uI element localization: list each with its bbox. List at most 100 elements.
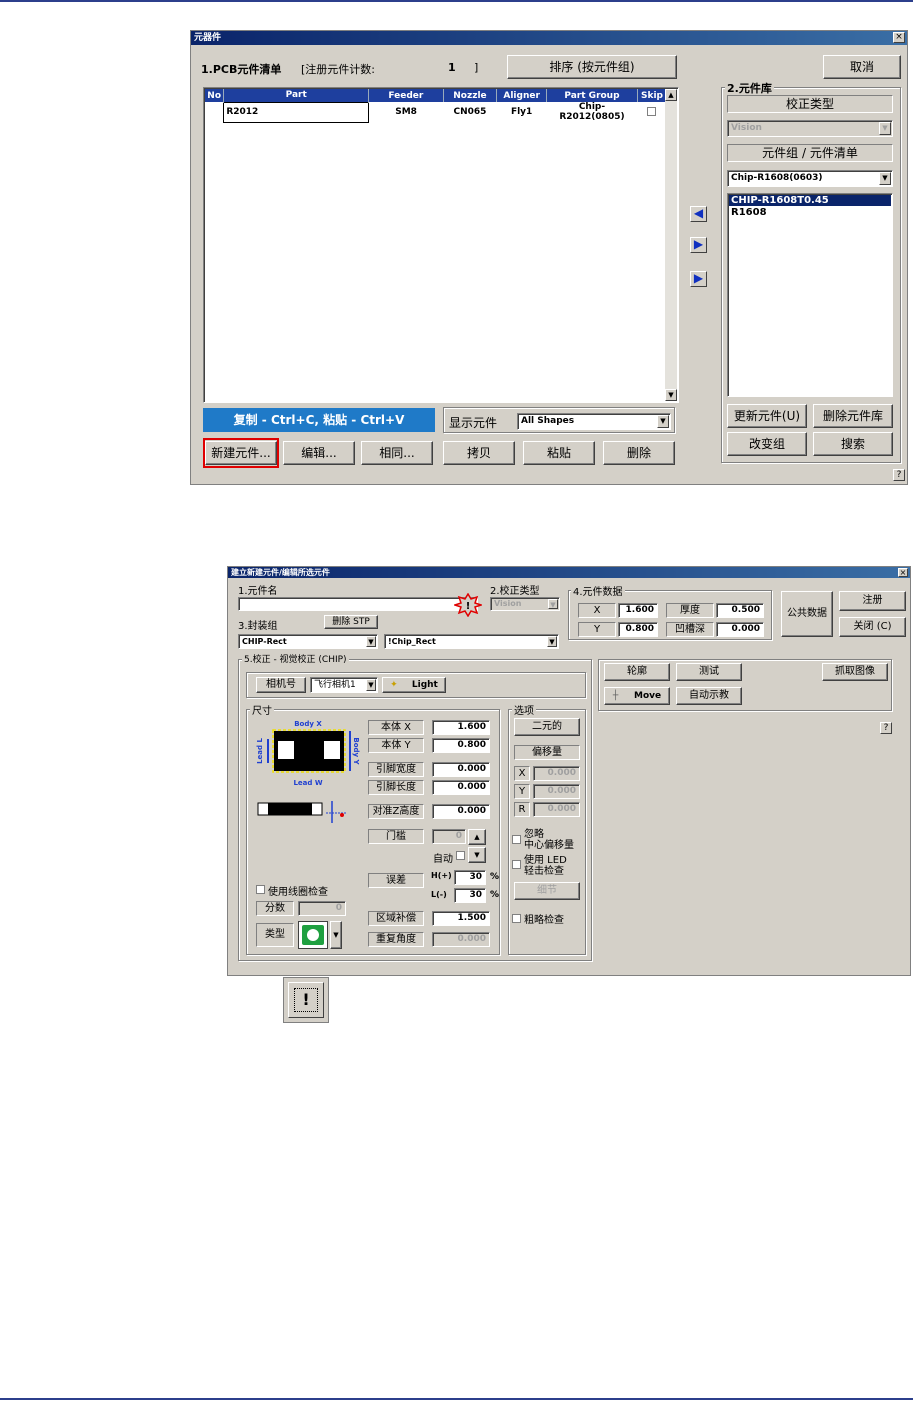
camera-label: 相机号 — [256, 677, 306, 693]
register-button[interactable]: 注册 — [839, 591, 906, 611]
threshold-field[interactable]: 0 — [432, 829, 466, 844]
off-y-field[interactable]: 0.000 — [533, 784, 580, 799]
col-part-group[interactable]: Part Group — [546, 89, 638, 102]
close-icon[interactable]: × — [898, 568, 908, 577]
type-swatch[interactable] — [298, 921, 328, 949]
details-button[interactable]: 细节 — [514, 882, 580, 900]
warning-starburst-icon[interactable]: ! — [454, 593, 482, 617]
contour-button[interactable]: 轮廓 — [604, 663, 670, 681]
shape-select-value: !Chip_Rect — [388, 637, 436, 646]
list-item[interactable]: CHIP-R1608T0.45 — [729, 195, 891, 206]
close-icon[interactable]: × — [893, 32, 905, 43]
col-skip[interactable]: Skip — [637, 89, 668, 102]
part-name-input[interactable] — [238, 597, 478, 611]
library-list[interactable]: CHIP-R1608T0.45 R1608 — [727, 193, 893, 397]
lead-length-field[interactable]: 0.000 — [432, 780, 490, 795]
use-line-check-label: 使用线圈检查 — [268, 887, 328, 898]
rough-check-checkbox[interactable] — [512, 914, 521, 923]
col-no[interactable]: No — [205, 89, 225, 102]
x-field[interactable]: 1.600 — [618, 603, 658, 618]
crosshair-icon: ┼ — [612, 690, 619, 701]
same-button[interactable]: 相同... — [361, 441, 433, 465]
col-feeder[interactable]: Feeder — [368, 89, 444, 102]
use-line-check-checkbox[interactable] — [256, 885, 265, 894]
y-field[interactable]: 0.800 — [618, 622, 658, 637]
chevron-down-icon[interactable]: ▼ — [657, 415, 669, 428]
arrow-right-all-icon[interactable]: ▶ — [690, 271, 707, 287]
type-dropdown-icon[interactable]: ▼ — [330, 921, 342, 949]
help-icon[interactable]: ? — [880, 722, 892, 734]
change-group-button[interactable]: 改变组 — [727, 432, 807, 456]
threshold-up-icon[interactable]: ▲ — [468, 829, 486, 845]
move-button[interactable]: ┼ Move — [604, 687, 670, 705]
close-button[interactable]: 关闭 (C) — [839, 617, 906, 637]
binary-button[interactable]: 二元的 — [514, 718, 580, 736]
l-pct: % — [490, 890, 500, 900]
repeat-angle-field[interactable]: 0.000 — [432, 932, 490, 947]
page-top-rule — [0, 0, 913, 2]
delete-library-button[interactable]: 删除元件库 — [813, 404, 893, 428]
col-aligner[interactable]: Aligner — [496, 89, 547, 102]
chevron-down-icon[interactable]: ▼ — [366, 679, 376, 691]
delete-button[interactable]: 删除 — [603, 441, 675, 465]
pcb-part-list[interactable]: No Part Feeder Nozzle Aligner Part Group… — [203, 87, 679, 403]
sort-button[interactable]: 排序 (按元件组) — [507, 55, 677, 79]
l-field[interactable]: 30 — [454, 888, 486, 903]
area-comp-field[interactable]: 1.500 — [432, 911, 490, 926]
thickness-field[interactable]: 0.500 — [716, 603, 764, 618]
edit-part-window: 建立新建元件/编辑所选元件 × 1.元件名 ! 2.校正类型 Vision ▼ 4… — [227, 566, 911, 976]
camera-select[interactable]: 飞行相机1 ▼ — [310, 677, 378, 693]
help-icon[interactable]: ? — [893, 469, 905, 481]
search-button[interactable]: 搜索 — [813, 432, 893, 456]
package-select[interactable]: CHIP-Rect ▼ — [238, 634, 378, 649]
group-select[interactable]: Chip-R1608(0603) ▼ — [727, 170, 893, 187]
row-part[interactable]: R2012 — [223, 101, 370, 123]
paste-button[interactable]: 粘贴 — [523, 441, 595, 465]
align-z-field[interactable]: 0.000 — [432, 804, 490, 819]
auto-demo-button[interactable]: 自动示教 — [676, 687, 742, 705]
off-x-field[interactable]: 0.000 — [533, 766, 580, 781]
chevron-down-icon[interactable]: ▼ — [366, 636, 376, 647]
lead-width-field[interactable]: 0.000 — [432, 762, 490, 777]
threshold-down-icon[interactable]: ▼ — [468, 847, 486, 863]
row-part-group: Chip-R2012(0805) — [546, 102, 638, 122]
arrow-right-icon[interactable]: ▶ — [690, 237, 707, 253]
delete-stp-button[interactable]: 删除 STP — [324, 615, 378, 629]
col-nozzle[interactable]: Nozzle — [443, 89, 498, 102]
display-label: 显示元件 — [449, 416, 498, 430]
groove-field[interactable]: 0.000 — [716, 622, 764, 637]
body-y-field[interactable]: 0.800 — [432, 738, 490, 753]
display-select[interactable]: All Shapes ▼ — [517, 413, 671, 430]
off-r-field[interactable]: 0.000 — [533, 802, 580, 817]
light-button[interactable]: ✦ Light — [382, 677, 446, 693]
col-part[interactable]: Part — [223, 89, 370, 102]
cancel-button[interactable]: 取消 — [823, 55, 901, 79]
shape-select[interactable]: !Chip_Rect ▼ — [384, 634, 559, 649]
skip-checkbox[interactable] — [647, 107, 657, 116]
edit-button[interactable]: 编辑... — [283, 441, 355, 465]
score-field[interactable]: 0 — [298, 901, 346, 916]
auto-checkbox[interactable] — [456, 851, 465, 860]
copy-button[interactable]: 拷贝 — [443, 441, 515, 465]
list-scrollbar[interactable]: ▲ ▼ — [665, 89, 677, 401]
scroll-up-icon[interactable]: ▲ — [665, 89, 677, 101]
row-feeder: SM8 — [368, 102, 444, 122]
table-row[interactable]: 1 R2012 SM8 CN065 Fly1 Chip-R2012(0805) — [205, 101, 667, 123]
chevron-down-icon[interactable]: ▼ — [547, 636, 557, 647]
row-skip[interactable] — [637, 102, 667, 122]
h-pct: % — [490, 872, 500, 882]
h-field[interactable]: 30 — [454, 870, 486, 885]
list-item[interactable]: R1608 — [729, 207, 891, 218]
body-x-field[interactable]: 1.600 — [432, 720, 490, 735]
capture-image-button[interactable]: 抓取图像 — [822, 663, 888, 681]
library-label: 2.元件库 — [725, 80, 774, 96]
test-button[interactable]: 测试 — [676, 663, 742, 681]
update-part-button[interactable]: 更新元件(U) — [727, 404, 807, 428]
scroll-down-icon[interactable]: ▼ — [665, 389, 677, 401]
arrow-left-icon[interactable]: ◀ — [690, 206, 707, 222]
part-name-label: 1.元件名 — [238, 586, 278, 597]
use-led-checkbox[interactable] — [512, 860, 521, 869]
chevron-down-icon[interactable]: ▼ — [879, 172, 891, 185]
ignore-center-checkbox[interactable] — [512, 835, 521, 844]
public-data-button[interactable]: 公共数据 — [781, 591, 833, 637]
